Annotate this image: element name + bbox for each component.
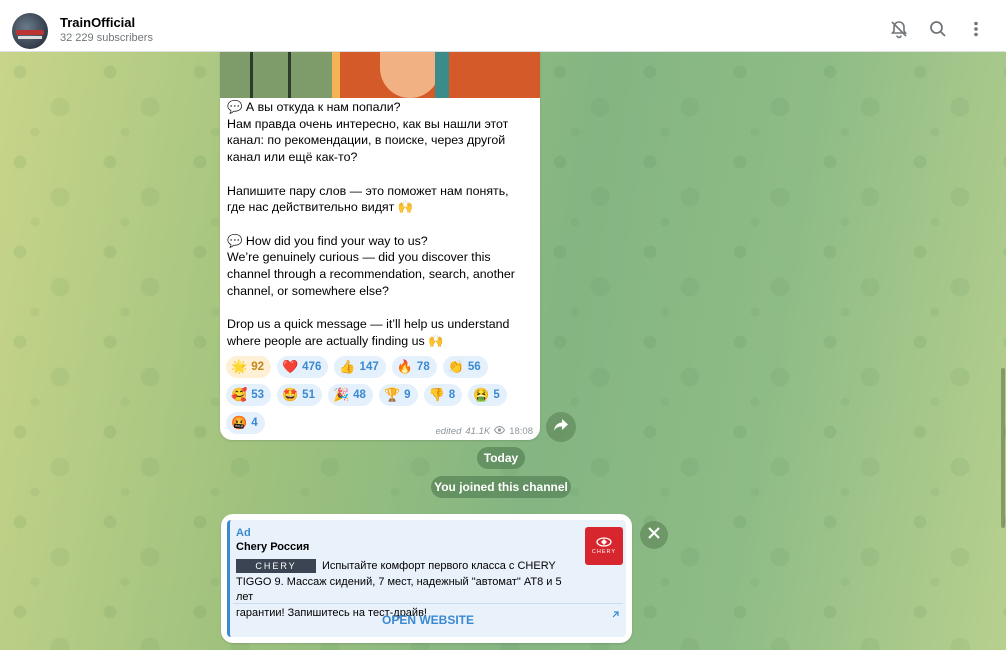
ad-sponsor: Chery Россия (236, 541, 310, 553)
sponsored-message[interactable]: Ad Chery Россия CHERY Испытайте комфорт … (221, 514, 632, 643)
open-website-button[interactable]: OPEN WEBSITE (230, 606, 626, 634)
chat-header[interactable]: TrainOfficial 32 229 subscribers (0, 0, 1006, 52)
reaction-count: 476 (302, 361, 322, 373)
chat-scrollbar[interactable] (1001, 368, 1005, 528)
reaction-emoji: 🎉 (332, 387, 350, 402)
ad-label: Ad (236, 527, 251, 539)
reaction-button[interactable]: 👍 147 (334, 356, 386, 378)
reaction-count: 51 (302, 389, 315, 401)
forward-icon (553, 418, 569, 437)
reaction-emoji: 👍 (339, 359, 356, 374)
post-line (227, 299, 532, 316)
reaction-emoji: 🤬 (231, 415, 248, 430)
date-separator: Today (477, 447, 525, 469)
post-line: канал или ещё как-то? (227, 150, 358, 165)
reaction-button[interactable]: 🤩 51 (276, 384, 322, 406)
reaction-emoji: 🤮 (473, 387, 490, 402)
avatar-train-graphic (16, 30, 44, 35)
post-line: 💬 How did you find your way to us? (227, 233, 428, 248)
subscriber-count: 32 229 subscribers (60, 32, 153, 44)
reaction-button[interactable]: 🌟 92 (226, 356, 271, 378)
ad-thumbnail[interactable]: CHERY (585, 527, 623, 565)
view-count: 41.1K (465, 426, 491, 437)
image-figure-left (220, 52, 332, 98)
reaction-button[interactable]: 🎉 48 (327, 384, 373, 406)
reaction-count: 48 (353, 389, 366, 401)
channel-post[interactable]: 💬 А вы откуда к нам попали? Нам правда о… (220, 52, 540, 440)
reaction-emoji: 🤩 (281, 387, 299, 402)
eye-icon (494, 425, 506, 437)
reaction-button[interactable]: 🤮 5 (468, 384, 507, 406)
reaction-count: 147 (359, 361, 379, 373)
channel-title[interactable]: TrainOfficial (60, 15, 135, 30)
post-line: Drop us a quick message — it’ll help us … (227, 317, 510, 332)
reaction-button[interactable]: ❤️ 476 (276, 356, 329, 378)
reaction-count: 53 (251, 389, 264, 401)
ad-text-line: Испытайте комфорт первого класса с CHERY (322, 560, 556, 572)
post-line: где нас действительно видят 🙌 (227, 200, 414, 215)
chery-logo-icon (596, 537, 612, 547)
reaction-count: 78 (416, 361, 430, 373)
edited-label: edited (435, 426, 462, 437)
avatar-train-graphic-2 (18, 36, 42, 39)
post-line (227, 216, 532, 233)
post-line: Напишите пару слов — это поможет нам пон… (227, 183, 509, 198)
reaction-count: 5 (493, 389, 500, 401)
message-meta: edited 41.1K 18:08 (435, 425, 533, 437)
reaction-count: 4 (251, 417, 258, 429)
reaction-button[interactable]: 🤬 4 (226, 412, 265, 434)
reaction-count: 9 (404, 389, 411, 401)
joined-notice: You joined this channel (431, 476, 571, 498)
post-line: Нам правда очень интересно, как вы нашли… (227, 116, 509, 131)
forward-button[interactable] (546, 412, 576, 442)
ad-thumb-text: CHERY (591, 549, 617, 555)
bell-muted-icon[interactable] (889, 19, 909, 39)
channel-avatar[interactable] (12, 13, 48, 49)
reaction-emoji: 🥰 (231, 387, 248, 402)
reaction-emoji: 🔥 (396, 359, 413, 374)
post-line: channel, or somewhere else? (227, 283, 389, 298)
reaction-button[interactable]: 🏆 9 (378, 384, 418, 406)
reaction-button[interactable]: 👎 8 (423, 384, 463, 406)
post-line: channel through a recommendation, search… (227, 267, 515, 281)
reaction-row: 🥰 53 🤩 51 🎉 48 🏆 9 👎 8 🤮 5 (226, 384, 534, 406)
reaction-emoji: 👏 (447, 359, 464, 374)
search-icon[interactable] (928, 19, 948, 39)
reaction-emoji: 🌟 (231, 359, 248, 374)
post-image[interactable] (220, 52, 540, 98)
image-line (288, 52, 291, 98)
post-line: канал: по рекомендации, в поиске, через … (227, 133, 506, 148)
image-detail (435, 52, 449, 98)
ad-text-line: TIGGO 9. Массаж сидений, 7 мест, надежны… (236, 575, 562, 604)
external-link-icon (611, 610, 620, 622)
reaction-emoji: 👎 (428, 387, 445, 402)
reaction-button[interactable]: 👏 56 (442, 356, 488, 378)
reaction-emoji: ❤️ (281, 359, 299, 374)
close-ad-button[interactable] (640, 521, 668, 549)
reaction-button[interactable]: 🥰 53 (226, 384, 271, 406)
close-icon (648, 526, 660, 544)
reaction-count: 92 (251, 361, 264, 373)
reaction-button[interactable]: 🔥 78 (391, 356, 437, 378)
post-line: 💬 А вы откуда к нам попали? (227, 100, 401, 114)
post-text: 💬 А вы откуда к нам попали? Нам правда о… (227, 99, 532, 350)
reaction-count: 56 (467, 361, 481, 373)
post-line: We’re genuinely curious — did you discov… (227, 250, 491, 265)
reaction-emoji: 🏆 (383, 387, 401, 402)
ad-divider (233, 603, 623, 604)
image-line (250, 52, 253, 98)
more-vertical-icon[interactable] (966, 19, 986, 39)
post-line (227, 166, 532, 183)
message-time: 18:08 (509, 426, 533, 437)
post-line: where people are actually finding us 🙌 (227, 333, 444, 348)
ad-card[interactable]: Ad Chery Россия CHERY Испытайте комфорт … (227, 520, 626, 637)
reaction-count: 8 (448, 389, 456, 401)
reaction-row: 🌟 92 ❤️ 476 👍 147 🔥 78 👏 56 (226, 356, 534, 378)
